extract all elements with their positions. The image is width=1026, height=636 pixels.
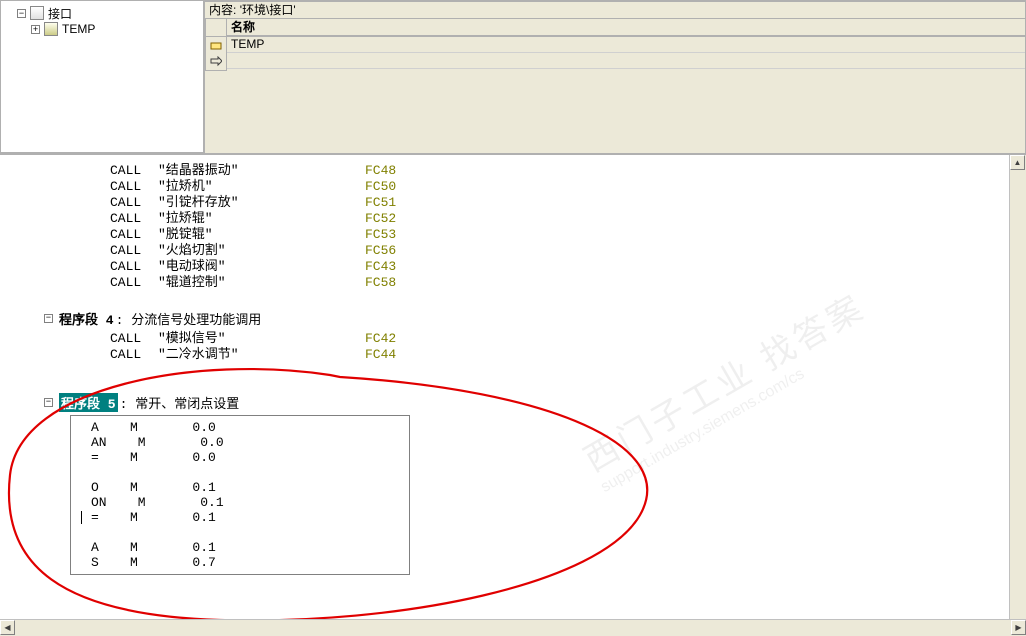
stl-line[interactable]: = M 0.0 <box>71 450 409 465</box>
grid-body[interactable]: TEMP <box>205 37 1026 153</box>
segment-5-header[interactable]: − 程序段 5 : 常开、常闭点设置 <box>44 393 1000 411</box>
call-line[interactable]: CALL"引锭杆存放"FC51 <box>110 195 1000 211</box>
segment-4-title: 程序段 4 <box>59 309 114 328</box>
tree-label-temp: TEMP <box>60 22 97 36</box>
call-line[interactable]: CALL"辊道控制"FC58 <box>110 275 1000 291</box>
segment-5-expander[interactable]: − <box>44 398 53 407</box>
tree-expander-temp[interactable]: + <box>31 25 40 34</box>
call-line[interactable]: CALL"拉矫机"FC50 <box>110 179 1000 195</box>
call-line[interactable]: CALL"二冷水调节"FC44 <box>110 347 1000 363</box>
tree-node-root[interactable]: − 接口 <box>3 5 201 21</box>
scroll-up-button[interactable]: ▲ <box>1010 155 1025 170</box>
grid-cell-name[interactable]: TEMP <box>227 37 1025 53</box>
app-root: − 接口 + TEMP 内容: '环境\接口' 名称 <box>0 0 1026 636</box>
call-block-1: CALL"结晶器振动"FC48CALL"拉矫机"FC50CALL"引锭杆存放"F… <box>110 163 1000 291</box>
temp-folder-icon <box>44 22 58 36</box>
grid-cell-empty[interactable] <box>227 53 1025 69</box>
segment-5-subtitle: : 常开、常闭点设置 <box>118 393 240 412</box>
content-path: '环境\接口' <box>240 3 296 17</box>
call-line[interactable]: CALL"脱锭辊"FC53 <box>110 227 1000 243</box>
call-line[interactable]: CALL"结晶器振动"FC48 <box>110 163 1000 179</box>
scroll-right-button[interactable]: ▶ <box>1011 620 1026 635</box>
stl-line[interactable]: A M 0.0 <box>71 420 409 435</box>
segment-4-expander[interactable]: − <box>44 314 53 323</box>
segment-5-stl-box[interactable]: A M 0.0AN M 0.0= M 0.0 O M 0.1ON M 0.1= … <box>70 415 410 575</box>
new-row-icon <box>205 53 227 71</box>
code-area[interactable]: CALL"结晶器振动"FC48CALL"拉矫机"FC50CALL"引锭杆存放"F… <box>0 155 1026 636</box>
call-line[interactable]: CALL"电动球阀"FC43 <box>110 259 1000 275</box>
grid-panel: 内容: '环境\接口' 名称 TEMP <box>205 0 1026 153</box>
content-label: 内容: <box>209 3 236 17</box>
stl-line[interactable]: = M 0.1 <box>71 510 409 525</box>
stl-line[interactable]: O M 0.1 <box>71 480 409 495</box>
interface-icon <box>30 6 44 20</box>
interface-tree[interactable]: − 接口 + TEMP <box>0 0 205 153</box>
content-path-bar: 内容: '环境\接口' <box>205 1 1026 19</box>
scroll-left-button[interactable]: ◀ <box>0 620 15 635</box>
segment-5-title: 程序段 5 <box>59 393 118 412</box>
grid-col-name[interactable]: 名称 <box>227 19 1026 36</box>
stl-line[interactable] <box>71 465 409 480</box>
tree-expander-root[interactable]: − <box>17 9 26 18</box>
grid-corner <box>205 19 227 37</box>
segment-4-header[interactable]: − 程序段 4 : 分流信号处理功能调用 <box>44 309 1000 327</box>
grid-row[interactable]: TEMP <box>205 37 1025 53</box>
stl-line[interactable] <box>71 525 409 540</box>
stl-line[interactable]: AN M 0.0 <box>71 435 409 450</box>
grid-header: 名称 <box>205 19 1026 37</box>
call-line[interactable]: CALL"模拟信号"FC42 <box>110 331 1000 347</box>
segment-4-subtitle: : 分流信号处理功能调用 <box>114 309 262 328</box>
stl-line[interactable]: ON M 0.1 <box>71 495 409 510</box>
top-area: − 接口 + TEMP 内容: '环境\接口' 名称 <box>0 0 1026 155</box>
tree-label-root: 接口 <box>46 5 74 22</box>
call-line[interactable]: CALL"拉矫辊"FC52 <box>110 211 1000 227</box>
tree-node-temp[interactable]: + TEMP <box>3 21 201 37</box>
stl-line[interactable]: S M 0.7 <box>71 555 409 570</box>
segment-4-calls: CALL"模拟信号"FC42CALL"二冷水调节"FC44 <box>110 331 1000 363</box>
grid-row-new[interactable] <box>205 53 1025 69</box>
vertical-scrollbar[interactable]: ▲ ▼ <box>1009 155 1026 636</box>
code-inner: CALL"结晶器振动"FC48CALL"拉矫机"FC50CALL"引锭杆存放"F… <box>20 155 1000 575</box>
call-line[interactable]: CALL"火焰切割"FC56 <box>110 243 1000 259</box>
horizontal-scrollbar[interactable]: ◀ ▶ <box>0 619 1026 636</box>
stl-line[interactable]: A M 0.1 <box>71 540 409 555</box>
